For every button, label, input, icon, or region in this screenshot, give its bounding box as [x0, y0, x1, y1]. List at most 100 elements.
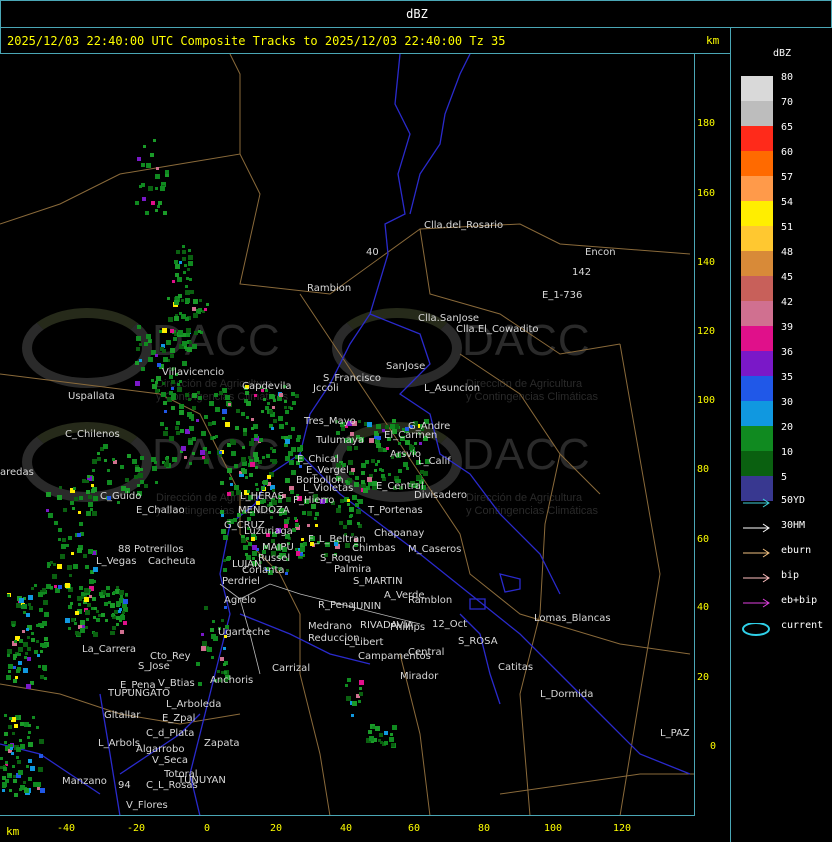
arrow-icon [743, 598, 770, 608]
legend-level-label: 39 [781, 322, 794, 333]
top-title: dBZ [406, 7, 428, 21]
arrow-icon [743, 523, 770, 533]
legend-track-item: 30HM [741, 520, 831, 536]
place-label: Phillips [390, 622, 426, 633]
place-label: C_L_Rosas [146, 780, 198, 791]
legend-track-label: 30HM [781, 520, 806, 531]
place-label: V_Seca [152, 755, 188, 766]
place-label: 94 [118, 780, 131, 791]
top-bar: dBZ [0, 0, 832, 28]
legend-track-item: eb+bip [741, 595, 831, 611]
place-label: Villavicencio [162, 367, 225, 378]
y-tick-label: 40 [697, 602, 710, 613]
legend-level-label: 70 [781, 97, 794, 108]
place-label: P_Hierro [293, 495, 335, 506]
place-label: Catitas [498, 662, 534, 673]
place-label: Gltallar [104, 710, 141, 721]
legend-level-label: 57 [781, 172, 794, 183]
legend-swatch [741, 276, 773, 301]
place-label: 142 [572, 267, 592, 278]
legend-level-label: 54 [781, 197, 794, 208]
place-label: Perdriel [222, 576, 260, 587]
place-label: L_Vegas [96, 556, 137, 567]
legend-panel: dBZ 80 70 65 60 57 54 51 48 45 42 39 36 35 30 20 10 5 50… [730, 28, 832, 842]
x-tick-label: -40 [56, 823, 76, 834]
place-label: Chapanay [374, 528, 425, 539]
x-tick-label: 20 [269, 823, 283, 834]
legend-swatch [741, 176, 773, 201]
legend-level-label: 45 [781, 272, 794, 283]
place-label: Clla.El_Cowadito [456, 324, 539, 335]
legend-swatch [741, 351, 773, 376]
place-label: Corlanta [242, 565, 285, 576]
place-label: aredas [0, 467, 34, 478]
y-tick-label: 120 [697, 326, 716, 337]
legend-level-label: 42 [781, 297, 794, 308]
legend-track-label: 50YD [781, 495, 806, 506]
place-label: L_Arbols [98, 738, 140, 749]
legend-swatch [741, 76, 773, 101]
place-label: Medrano [308, 621, 352, 632]
header-bar: 2025/12/03 22:40:00 UTC Composite Tracks… [0, 28, 730, 54]
place-label: L_Libert [344, 637, 384, 648]
place-label: Uspallata [68, 391, 115, 402]
place-label: Mirador [400, 671, 439, 682]
place-label: Lomas_Blancas [534, 613, 611, 624]
y-tick-label: 80 [697, 464, 710, 475]
place-label: S_Roque [320, 553, 363, 564]
km-unit-top: km [706, 34, 720, 47]
x-tick-label: 120 [612, 823, 632, 834]
place-label: L_Asuncion [424, 383, 481, 394]
legend-track-item: 50YD [741, 495, 831, 511]
place-label: Tres_Mayo [304, 416, 356, 427]
arrow-icon [743, 573, 770, 583]
x-tick-label: 80 [477, 823, 491, 834]
place-label: E_Zpal [162, 713, 196, 724]
place-label: L_HERAS [240, 491, 285, 502]
place-label: Encon [585, 247, 616, 258]
y-tick-label: 100 [697, 395, 716, 406]
legend-level-label: 35 [781, 372, 794, 383]
radar-map[interactable]: DACC DACC Dirección de Agricultura y Con… [0, 54, 695, 816]
x-tick-label: -20 [126, 823, 146, 834]
place-label: L_PAZ [660, 728, 690, 739]
legend-swatch [741, 451, 773, 476]
place-label: Capdevila [242, 381, 292, 392]
place-label: S_Jose [138, 661, 170, 672]
legend-level-label: 65 [781, 122, 794, 133]
place-label: Ugarteche [218, 627, 270, 638]
legend-swatch [741, 301, 773, 326]
place-label: SanJose [386, 361, 426, 372]
place-label: Ramblon [408, 595, 453, 606]
place-label: Palmira [334, 564, 372, 575]
legend-swatch [741, 101, 773, 126]
legend-swatch [741, 401, 773, 426]
y-tick-label: 0 [710, 741, 717, 752]
place-label: Arsvio [390, 449, 421, 460]
x-tick-label: 0 [203, 823, 211, 834]
place-label: S_ROSA [458, 636, 498, 647]
y-tick-label: 160 [697, 188, 716, 199]
place-label: TUPUNGATO [108, 688, 171, 699]
legend-level-label: 10 [781, 447, 794, 458]
legend-track-label: bip [781, 570, 800, 581]
legend-level-label: 60 [781, 147, 794, 158]
place-label: La_Carrera [82, 644, 137, 655]
y-tick-label: 180 [697, 118, 716, 129]
legend-level-label: 36 [781, 347, 794, 358]
legend-level-label: 30 [781, 397, 794, 408]
place-label: JUNIN [353, 601, 382, 612]
place-label: Jccoli [313, 383, 339, 394]
legend-level-label: 51 [781, 222, 794, 233]
place-label: Clla.del_Rosario [424, 220, 504, 231]
place-label: El_Carmen [384, 430, 438, 441]
place-label: Luzuriaga [244, 526, 293, 537]
arrow-icon [743, 498, 770, 508]
place-label: L_Dormida [540, 689, 594, 700]
y-tick-label: 20 [697, 672, 710, 683]
place-labels: Clla.del_Rosario Encon 142 E_1-736 Rambion 40… [0, 54, 694, 815]
place-label: T_Portenas [368, 505, 423, 516]
place-label: V_Flores [126, 800, 168, 811]
legend-swatch [741, 151, 773, 176]
place-label: Tulumaya [316, 435, 364, 446]
